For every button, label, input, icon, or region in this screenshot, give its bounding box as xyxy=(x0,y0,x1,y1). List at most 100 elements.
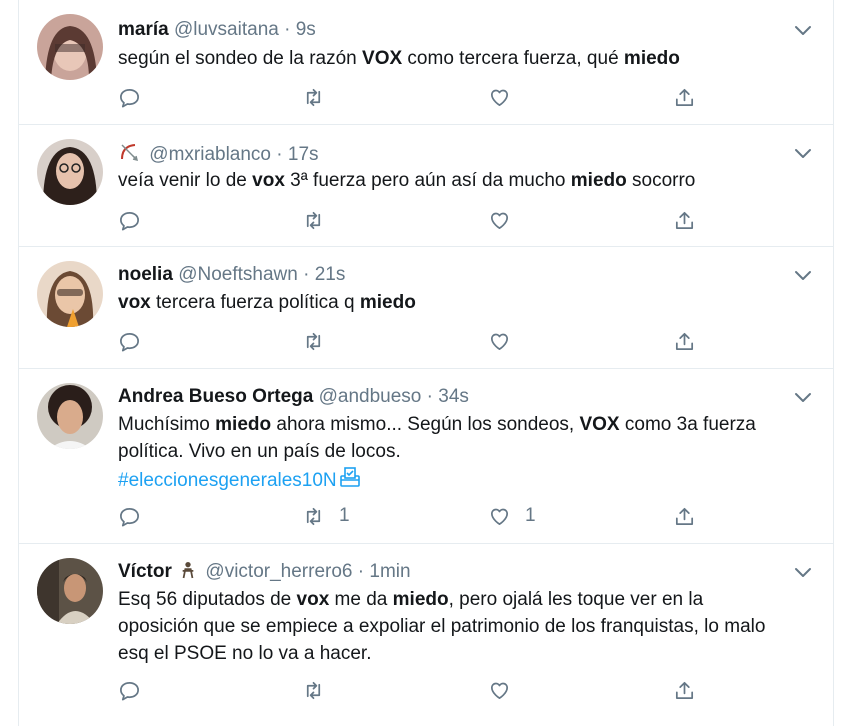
chevron-down-icon[interactable] xyxy=(791,141,815,165)
reply-button[interactable] xyxy=(118,207,141,233)
separator-dot: · xyxy=(276,144,283,165)
chevron-down-icon[interactable] xyxy=(791,560,815,584)
heart-icon xyxy=(490,508,509,525)
tweet[interactable]: @mxriablanco · 17s veía venir lo de vox … xyxy=(19,124,833,247)
reply-icon xyxy=(120,681,139,700)
chevron-down-icon[interactable] xyxy=(791,385,815,409)
timestamp[interactable]: 17s xyxy=(288,144,319,165)
user-handle[interactable]: @mxriablanco xyxy=(149,144,271,165)
tweet-header: Víctor @victor_herrero6 · 1min xyxy=(118,560,411,587)
keyword-highlight: miedo xyxy=(623,48,680,69)
timestamp[interactable]: 21s xyxy=(315,264,346,285)
display-name[interactable]: Andrea Bueso Ortega xyxy=(118,386,313,407)
tweet-text-content: Muchísimo miedo ahora mismo... Según los… xyxy=(118,414,756,462)
share-button[interactable] xyxy=(673,677,696,703)
keyword-highlight: vox xyxy=(252,170,285,191)
retweet-button[interactable] xyxy=(302,207,339,233)
display-name[interactable]: maría xyxy=(118,19,169,40)
reply-button[interactable] xyxy=(118,84,141,110)
reply-button[interactable] xyxy=(118,503,141,529)
tweet-header: @mxriablanco · 17s xyxy=(118,141,319,170)
tweet-header: Andrea Bueso Ortega @andbueso · 34s xyxy=(118,385,469,409)
tweet-actions xyxy=(118,84,718,110)
share-button[interactable] xyxy=(673,84,696,110)
tweet[interactable]: Víctor @victor_herrero6 · 1min Esq 56 di… xyxy=(19,543,833,726)
tweet-actions: 1 1 xyxy=(118,503,718,529)
keyword-highlight: vox xyxy=(296,589,330,610)
retweet-button[interactable] xyxy=(302,328,339,354)
like-button[interactable] xyxy=(488,84,525,110)
retweet-count: 1 xyxy=(339,505,350,526)
reply-icon xyxy=(120,332,139,351)
timestamp[interactable]: 34s xyxy=(438,386,469,407)
tweet-actions xyxy=(118,328,718,354)
like-button[interactable] xyxy=(488,677,525,703)
share-button[interactable] xyxy=(673,328,696,354)
reply-button[interactable] xyxy=(118,328,141,354)
user-handle[interactable]: @andbueso xyxy=(319,386,422,407)
share-icon xyxy=(675,211,694,229)
avatar[interactable] xyxy=(37,261,103,327)
keyword-highlight: miedo xyxy=(392,589,449,610)
retweet-button[interactable] xyxy=(302,84,339,110)
share-icon xyxy=(675,507,694,525)
avatar[interactable] xyxy=(37,139,103,205)
keyword-highlight: VOX xyxy=(579,414,620,435)
separator-dot: · xyxy=(426,386,433,407)
keyword-highlight: vox xyxy=(118,292,151,313)
tweet-text: veía venir lo de vox 3ª fuerza pero aún … xyxy=(118,170,696,191)
person-emoji-icon xyxy=(180,560,196,587)
share-icon xyxy=(675,332,694,350)
like-button[interactable] xyxy=(488,328,525,354)
retweet-icon xyxy=(306,211,321,229)
tweet[interactable]: Andrea Bueso Ortega @andbueso · 34s Much… xyxy=(19,368,833,544)
keyword-highlight: miedo xyxy=(359,292,416,313)
tweet-header: maría @luvsaitana · 9s xyxy=(118,18,316,42)
retweet-icon xyxy=(306,681,321,699)
share-button[interactable] xyxy=(673,503,696,529)
separator-dot: · xyxy=(284,19,291,40)
keyword-highlight: miedo xyxy=(215,414,272,435)
timestamp[interactable]: 9s xyxy=(296,19,316,40)
retweet-button[interactable]: 1 xyxy=(302,503,350,529)
ballot-box-icon xyxy=(338,465,362,497)
keyword-highlight: VOX xyxy=(362,48,403,69)
like-count: 1 xyxy=(525,505,536,526)
keyword-highlight: miedo xyxy=(570,170,627,191)
tweet-text: según el sondeo de la razón VOX como ter… xyxy=(118,48,680,69)
tweet[interactable]: maría @luvsaitana · 9s según el sondeo d… xyxy=(19,0,833,125)
user-handle[interactable]: @luvsaitana xyxy=(174,19,279,40)
separator-dot: · xyxy=(303,264,310,285)
like-button[interactable] xyxy=(488,207,525,233)
retweet-button[interactable] xyxy=(302,677,339,703)
user-handle[interactable]: @victor_herrero6 xyxy=(205,561,352,582)
tweet-header: noelia @Noeftshawn · 21s xyxy=(118,263,345,287)
heart-icon xyxy=(490,212,509,229)
share-button[interactable] xyxy=(673,207,696,233)
reply-icon xyxy=(120,88,139,107)
retweet-icon xyxy=(306,88,321,106)
user-handle[interactable]: @Noeftshawn xyxy=(178,264,298,285)
avatar[interactable] xyxy=(37,383,103,449)
display-name[interactable]: Víctor xyxy=(118,561,172,582)
reply-icon xyxy=(120,507,139,526)
chevron-down-icon[interactable] xyxy=(791,18,815,42)
heart-icon xyxy=(490,682,509,699)
hashtag-link[interactable]: #eleccionesgenerales10N xyxy=(118,470,337,491)
reply-button[interactable] xyxy=(118,677,141,703)
display-name[interactable]: noelia xyxy=(118,264,173,285)
tweet[interactable]: noelia @Noeftshawn · 21s vox tercera fue… xyxy=(19,246,833,369)
tweet-actions xyxy=(118,677,718,703)
timestamp[interactable]: 1min xyxy=(369,561,410,582)
chevron-down-icon[interactable] xyxy=(791,263,815,287)
like-button[interactable]: 1 xyxy=(488,503,536,529)
tweet-feed: maría @luvsaitana · 9s según el sondeo d… xyxy=(18,0,834,726)
share-icon xyxy=(675,681,694,699)
retweet-icon xyxy=(306,332,321,350)
avatar[interactable] xyxy=(37,14,103,80)
bow-and-arrow-icon xyxy=(118,141,140,170)
tweet-text: Muchísimo miedo ahora mismo... Según los… xyxy=(118,411,798,497)
heart-icon xyxy=(490,333,509,350)
reply-icon xyxy=(120,211,139,230)
avatar[interactable] xyxy=(37,558,103,624)
